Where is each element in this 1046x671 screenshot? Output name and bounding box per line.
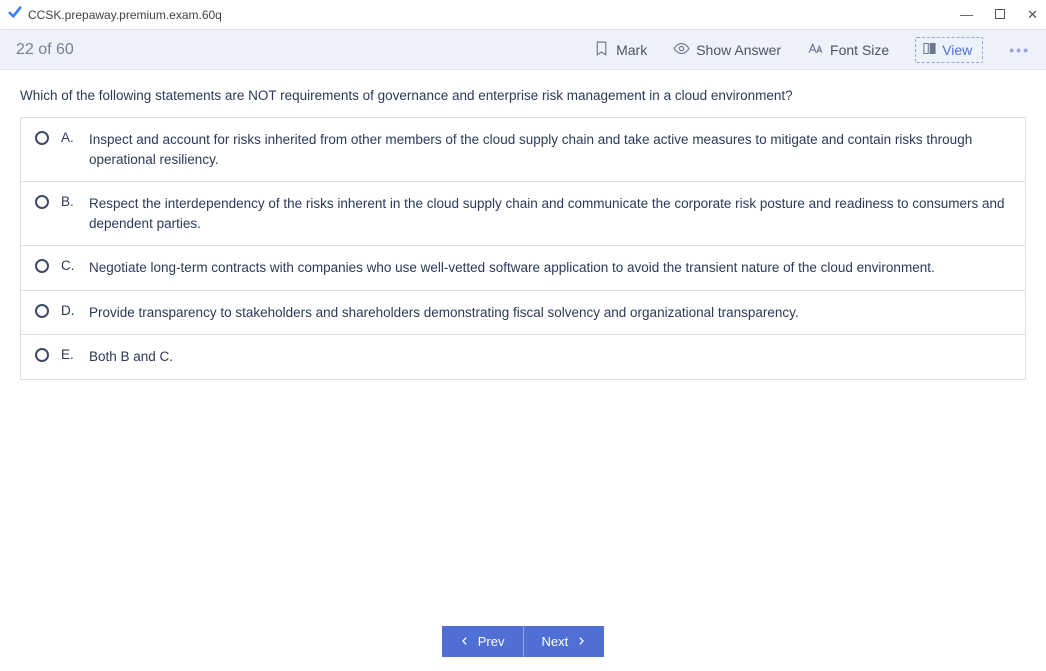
option-d[interactable]: D. Provide transparency to stakeholders … — [21, 291, 1025, 336]
option-text: Respect the interdependency of the risks… — [89, 194, 1011, 233]
prev-button[interactable]: Prev — [442, 626, 524, 657]
more-button[interactable]: ••• — [1009, 42, 1030, 58]
option-text: Negotiate long-term contracts with compa… — [89, 258, 935, 278]
options-list: A. Inspect and account for risks inherit… — [20, 117, 1026, 380]
next-button[interactable]: Next — [524, 626, 605, 657]
view-button[interactable]: View — [915, 37, 983, 63]
option-letter: D. — [61, 303, 77, 318]
maximize-button[interactable] — [995, 8, 1005, 21]
question-text: Which of the following statements are NO… — [20, 88, 1026, 103]
option-b[interactable]: B. Respect the interdependency of the ri… — [21, 182, 1025, 246]
option-letter: A. — [61, 130, 77, 145]
option-text: Both B and C. — [89, 347, 173, 367]
view-label: View — [942, 42, 972, 58]
option-a[interactable]: A. Inspect and account for risks inherit… — [21, 118, 1025, 182]
radio-icon — [35, 131, 49, 145]
question-counter: 22 of 60 — [16, 41, 567, 59]
radio-icon — [35, 259, 49, 273]
show-answer-button[interactable]: Show Answer — [673, 40, 781, 60]
radio-icon — [35, 348, 49, 362]
footer-nav: Prev Next — [0, 612, 1046, 671]
radio-icon — [35, 195, 49, 209]
question-content: Which of the following statements are NO… — [0, 70, 1046, 612]
toolbar: 22 of 60 Mark Show Answer Font Size View… — [0, 30, 1046, 70]
close-button[interactable]: ✕ — [1027, 8, 1038, 21]
option-e[interactable]: E. Both B and C. — [21, 335, 1025, 379]
chevron-right-icon — [576, 634, 586, 649]
next-label: Next — [542, 634, 569, 649]
mark-button[interactable]: Mark — [593, 40, 647, 60]
option-text: Inspect and account for risks inherited … — [89, 130, 1011, 169]
option-letter: B. — [61, 194, 77, 209]
prev-label: Prev — [478, 634, 505, 649]
bookmark-icon — [593, 40, 610, 60]
view-icon — [922, 41, 937, 59]
option-text: Provide transparency to stakeholders and… — [89, 303, 799, 323]
eye-icon — [673, 40, 690, 60]
radio-icon — [35, 304, 49, 318]
minimize-button[interactable]: — — [960, 8, 973, 21]
font-size-icon — [807, 40, 824, 60]
font-size-label: Font Size — [830, 42, 889, 58]
show-answer-label: Show Answer — [696, 42, 781, 58]
chevron-left-icon — [460, 634, 470, 649]
app-icon — [8, 5, 22, 24]
option-letter: C. — [61, 258, 77, 273]
titlebar: CCSK.prepaway.premium.exam.60q — ✕ — [0, 0, 1046, 30]
mark-label: Mark — [616, 42, 647, 58]
window-title: CCSK.prepaway.premium.exam.60q — [28, 8, 960, 22]
option-letter: E. — [61, 347, 77, 362]
font-size-button[interactable]: Font Size — [807, 40, 889, 60]
option-c[interactable]: C. Negotiate long-term contracts with co… — [21, 246, 1025, 291]
